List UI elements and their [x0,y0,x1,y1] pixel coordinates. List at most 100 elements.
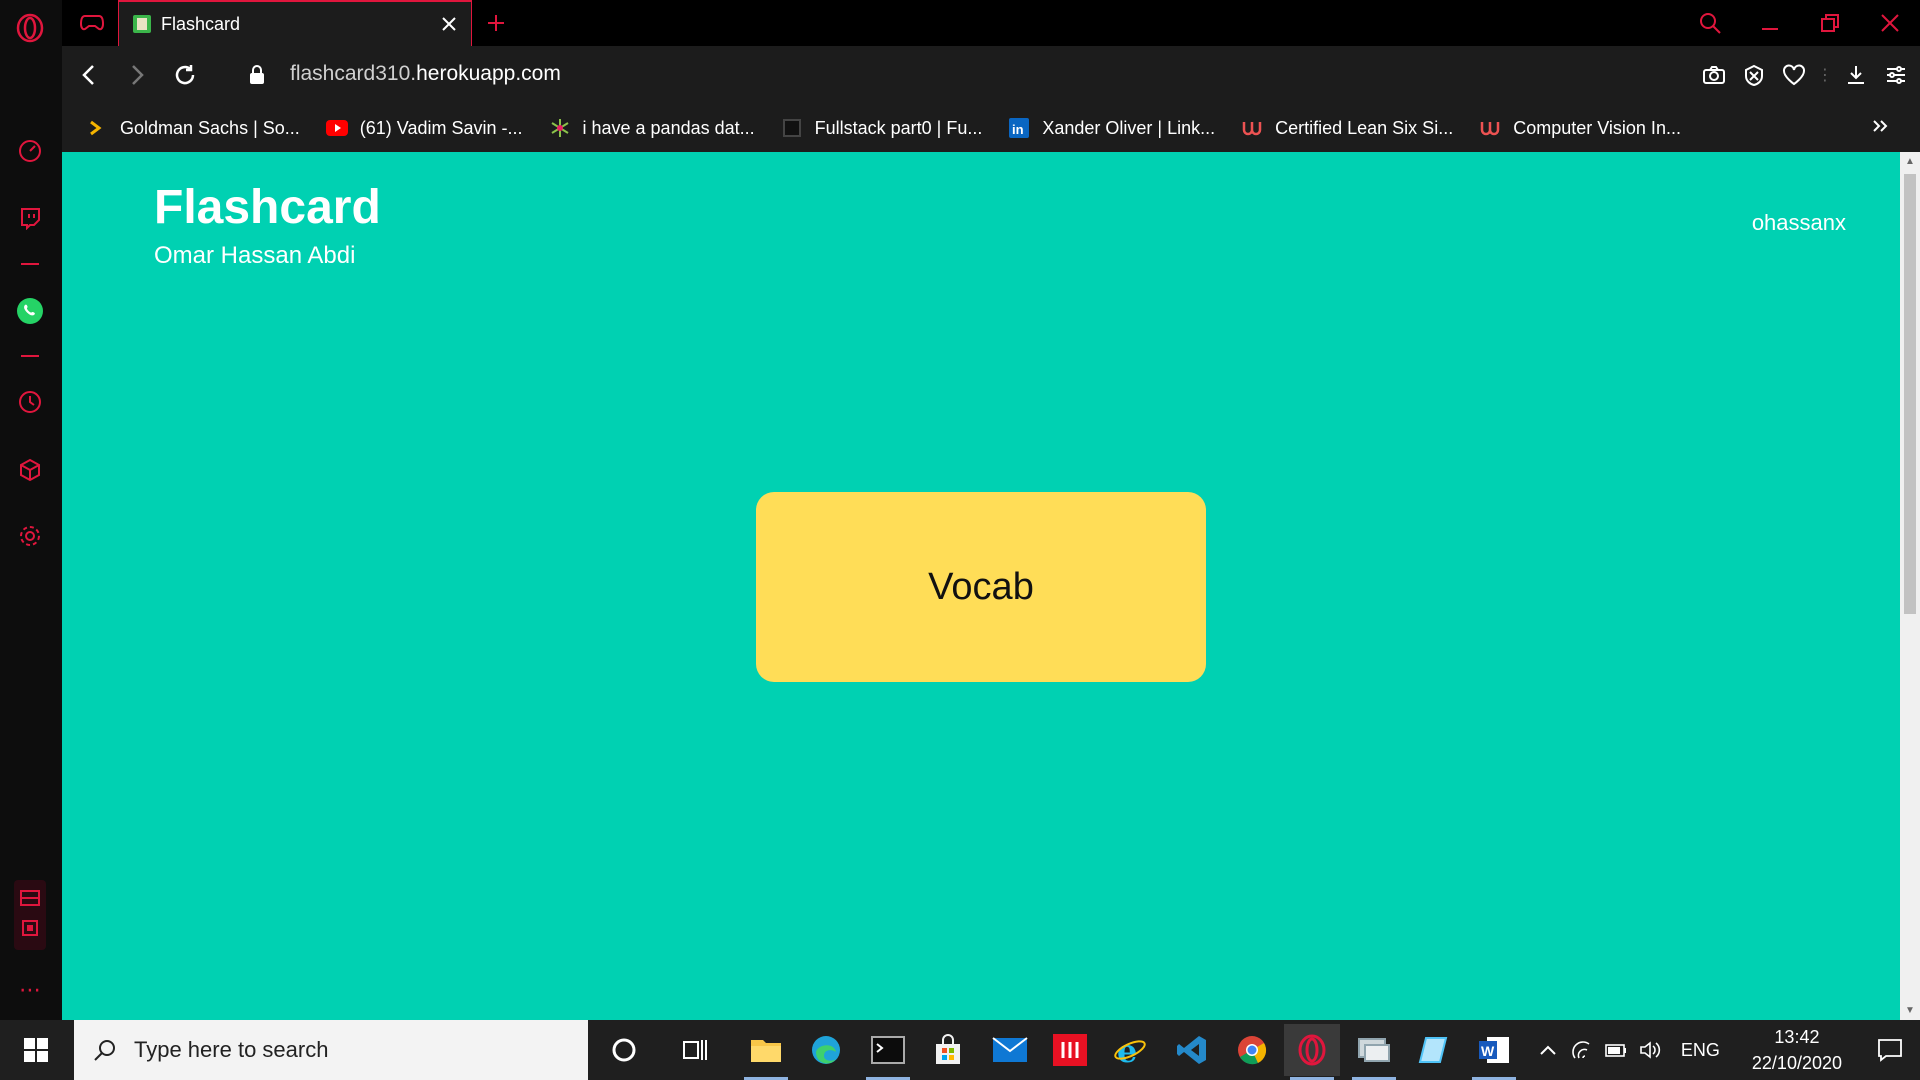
close-window-icon[interactable] [1860,0,1920,46]
bookmarks-more-icon[interactable] [1870,116,1890,141]
easy-setup-icon[interactable] [1880,60,1912,90]
scroll-thumb[interactable] [1904,174,1916,614]
chrome-icon[interactable] [1224,1024,1280,1076]
bookmark-label: i have a pandas dat... [582,117,755,138]
notification-center-icon[interactable] [1860,1020,1920,1080]
windows-taskbar: Type here to search e W ENG 13:42 22/10/… [0,1020,1920,1080]
linkedin-icon: in [1008,117,1030,139]
tab-title: Flashcard [161,13,241,34]
restore-icon[interactable] [1800,0,1860,46]
fullstack-icon [781,117,803,139]
opera-gx-icon[interactable] [1284,1024,1340,1080]
search-tabs-icon[interactable] [1680,0,1740,46]
bookmarks-bar: Goldman Sachs | So... (61) Vadim Savin -… [62,104,1920,152]
bookmark-label: Xander Oliver | Link... [1042,117,1216,138]
lock-icon[interactable] [242,60,272,90]
internet-explorer-icon[interactable]: e [1102,1024,1158,1076]
bookmark-stack[interactable]: i have a pandas dat... [549,117,755,139]
history-icon[interactable] [14,386,46,418]
wifi-icon[interactable] [1565,1020,1599,1080]
url-prefix: flashcard310. [290,62,417,85]
extensions-icon[interactable] [14,454,46,486]
sidebar-separator [21,263,39,265]
bookmark-udemy-cv[interactable]: Computer Vision In... [1479,117,1681,139]
more-options-icon[interactable]: ⋯ [14,974,46,1006]
search-placeholder: Type here to search [134,1037,329,1062]
udemy-icon [1241,117,1263,139]
separator-icon: ⋮ [1817,67,1833,84]
speed-dial-icon[interactable] [14,135,46,167]
bookmark-label: Fullstack part0 | Fu... [814,117,983,138]
download-icon[interactable] [1840,60,1872,90]
mail-icon[interactable] [982,1024,1038,1076]
search-icon [90,1035,120,1065]
bookmark-udemy-lean[interactable]: Certified Lean Six Si... [1241,117,1453,139]
edge-icon[interactable] [798,1024,854,1076]
tab-flashcard[interactable]: Flashcard [118,0,472,46]
whatsapp-icon[interactable] [14,295,46,327]
bookmark-youtube[interactable]: (61) Vadim Savin -... [325,117,523,139]
minimize-icon[interactable] [1740,0,1800,46]
back-icon[interactable] [74,60,104,90]
bookmark-label: Computer Vision In... [1513,117,1681,138]
svg-text:W: W [1481,1043,1495,1059]
opera-logo-icon[interactable] [14,12,46,44]
svg-text:in: in [1012,122,1024,137]
heart-icon[interactable] [1778,60,1810,90]
terminal-icon[interactable] [860,1024,916,1080]
forward-icon[interactable] [122,60,152,90]
volume-icon[interactable] [1633,1020,1667,1080]
opera-gx-limiter-icon[interactable] [14,880,46,950]
clock-date: 22/10/2020 [1751,1053,1842,1073]
sidebar-separator [21,355,39,357]
settings-gear-icon[interactable] [14,520,46,552]
taskbar-search-box[interactable]: Type here to search [74,1020,588,1080]
goldman-icon [86,117,108,139]
url-field[interactable]: flashcard310.herokuapp.com [290,62,561,86]
scroll-down-icon[interactable]: ▼ [1905,1005,1915,1016]
close-tab-icon[interactable] [435,10,463,38]
bookmark-label: Goldman Sachs | So... [120,117,300,138]
opera-sidebar: ⋯ [0,0,62,1020]
address-bar: flashcard310.herokuapp.com ⋮ [62,46,1920,104]
bookmark-label: (61) Vadim Savin -... [359,117,523,138]
page-title[interactable]: Flashcard [154,180,381,235]
task-view-icon[interactable] [668,1024,724,1076]
reload-icon[interactable] [170,60,200,90]
vscode-icon[interactable] [1164,1024,1220,1076]
cortana-icon[interactable] [596,1024,652,1076]
new-tab-plus-icon[interactable] [482,9,510,37]
bookmark-fullstack[interactable]: Fullstack part0 | Fu... [781,117,983,139]
office-app-icon[interactable] [1042,1024,1098,1076]
tab-strip: Flashcard [62,0,1920,46]
language-indicator[interactable]: ENG [1681,1040,1720,1061]
twitch-icon[interactable] [14,202,46,234]
word-icon[interactable]: W [1466,1024,1522,1080]
udemy-icon [1479,117,1501,139]
gamepad-icon[interactable] [78,9,106,37]
stack-icon [549,117,571,139]
windows-start-icon[interactable] [0,1020,72,1080]
file-explorer-icon[interactable] [738,1024,794,1080]
battery-icon[interactable] [1599,1020,1633,1080]
show-hidden-icons-icon[interactable] [1531,1020,1565,1080]
remote-app-icon[interactable] [1346,1024,1402,1080]
scroll-up-icon[interactable]: ▲ [1905,156,1915,167]
vocab-card[interactable]: Vocab [756,492,1206,682]
bookmark-label: Certified Lean Six Si... [1275,117,1454,138]
flashcard-favicon [133,15,151,33]
page-subtitle: Omar Hassan Abdi [154,242,356,269]
youtube-icon [325,117,348,139]
microsoft-store-icon[interactable] [920,1024,976,1076]
bookmark-goldman[interactable]: Goldman Sachs | So... [86,117,300,139]
ad-blocker-icon[interactable] [1738,60,1770,90]
notes-app-icon[interactable] [1406,1024,1462,1076]
page-content: Flashcard Omar Hassan Abdi ohassanx Voca… [62,152,1900,1020]
clock[interactable]: 13:42 22/10/2020 [1752,1024,1842,1076]
url-host: herokuapp.com [416,62,561,85]
bookmark-linkedin[interactable]: in Xander Oliver | Link... [1008,117,1215,139]
clock-time: 13:42 [1774,1027,1820,1047]
username-link[interactable]: ohassanx [1752,210,1846,236]
camera-icon[interactable] [1698,60,1730,90]
page-scrollbar[interactable]: ▲ ▼ [1900,152,1920,1020]
